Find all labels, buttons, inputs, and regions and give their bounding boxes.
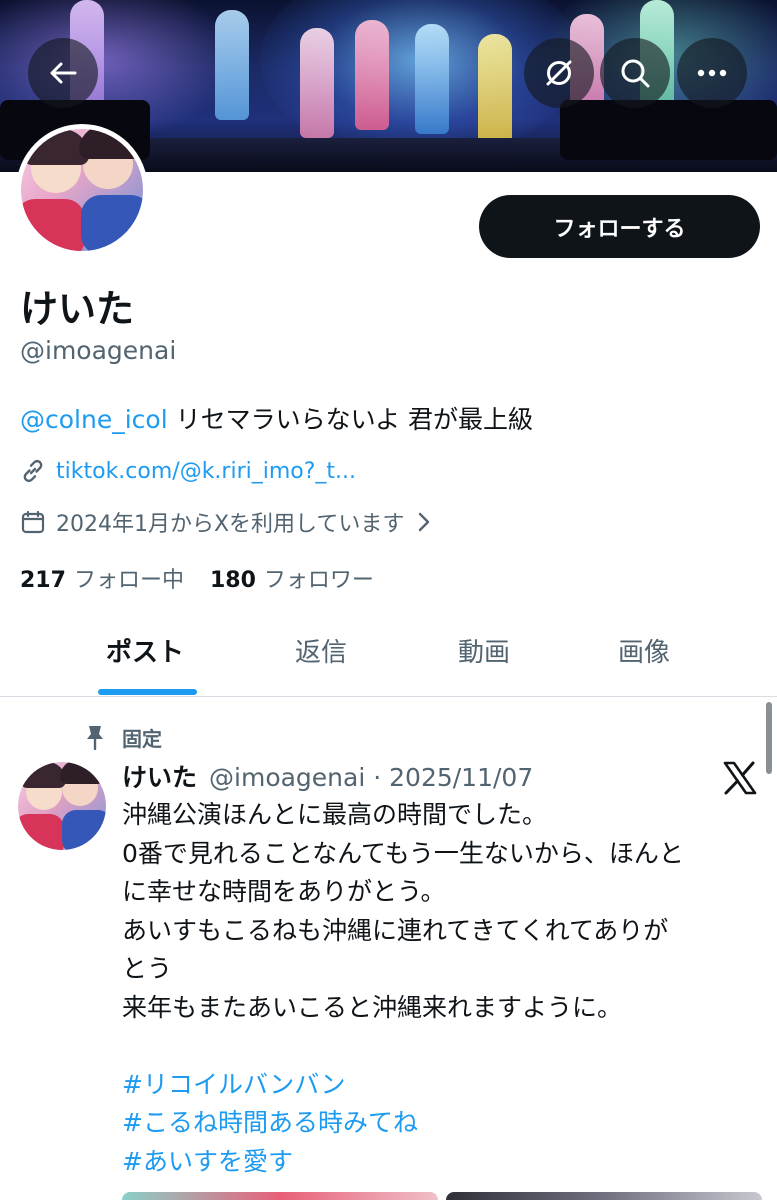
back-arrow-icon [50, 62, 77, 84]
post-line: 沖縄公演ほんとに最高の時間でした。 [122, 800, 548, 829]
banner-performer [300, 28, 334, 138]
banner-performer [215, 10, 249, 120]
pin-icon [87, 726, 103, 750]
search-button[interactable] [600, 38, 670, 108]
x-logo-icon [723, 761, 757, 795]
banner-performer [355, 20, 389, 130]
bio-text: リセマラいらないよ 君が最上級 [167, 405, 534, 434]
post-header: けいた @imoagenai · 2025/11/07 [122, 758, 533, 794]
followers-link[interactable]: 180 フォロワー [210, 562, 374, 594]
pinned-label: 固定 [122, 726, 162, 751]
profile-avatar[interactable] [16, 124, 148, 256]
grok-button[interactable] [524, 38, 594, 108]
hashtag-link[interactable]: #リコイルバンバン [122, 1066, 762, 1105]
following-label: フォロー中 [73, 568, 184, 593]
followers-count: 180 [209, 568, 256, 593]
calendar-icon [21, 510, 45, 534]
scrollbar[interactable] [766, 702, 772, 774]
link-icon [23, 459, 43, 483]
tab-videos[interactable]: 動画 [458, 632, 510, 669]
following-count: 217 [20, 568, 66, 593]
chevron-right-icon [419, 512, 430, 532]
pinned-indicator: 固定 [84, 722, 162, 752]
back-button[interactable] [28, 38, 98, 108]
banner-performer [415, 24, 449, 134]
joined-text: 2024年1月からXを利用しています [56, 512, 405, 537]
tab-posts[interactable]: ポスト [106, 632, 184, 669]
hashtag-link[interactable]: #あいすを愛す [122, 1143, 762, 1182]
more-button[interactable] [677, 38, 747, 108]
more-icon [697, 69, 727, 77]
post-line: あいすもこるねも沖縄に連れてきてくれてありが [122, 915, 669, 945]
tab-images[interactable]: 画像 [618, 632, 670, 669]
active-tab-indicator [98, 689, 197, 695]
follow-button[interactable]: フォローする [479, 195, 760, 258]
bio-mention-link[interactable]: @colne_icol [20, 405, 168, 434]
post-avatar[interactable] [18, 762, 106, 850]
following-link[interactable]: 217 フォロー中 [20, 562, 184, 594]
website-link[interactable]: tiktok.com/@k.riri_imo?_t... [56, 459, 356, 484]
grok-icon [546, 60, 572, 86]
post-media[interactable] [122, 1192, 762, 1200]
post-line: に幸せな時間をありがとう。 [122, 877, 446, 906]
post-line: 0番で見れることなんてもう一生ないから、ほんと [122, 838, 684, 868]
joined-date[interactable]: 2024年1月からXを利用しています [20, 505, 430, 539]
post-line: 来年もまたあいこると沖縄来れますように。 [122, 992, 623, 1022]
profile-name: けいた [20, 287, 135, 331]
follow-stats: 217 フォロー中 180 フォロワー [20, 562, 374, 594]
profile-tabs: ポスト 返信 動画 画像 [0, 612, 777, 697]
post-author-name[interactable]: けいた [122, 758, 197, 794]
hashtag-link[interactable]: #こるね時間ある時みてね [122, 1104, 762, 1143]
profile-handle: @imoagenai [20, 336, 177, 365]
profile-website[interactable]: tiktok.com/@k.riri_imo?_t... [20, 455, 356, 487]
followers-label: フォロワー [263, 568, 374, 593]
banner-performer [478, 34, 512, 144]
post-text[interactable]: 沖縄公演ほんとに最高の時間でした。 0番で見れることなんてもう一生ないから、ほん… [122, 796, 762, 1181]
banner-speaker [560, 100, 777, 160]
profile-bio: @colne_icol リセマラいらないよ 君が最上級 [20, 400, 533, 436]
tab-replies[interactable]: 返信 [295, 632, 347, 669]
media-thumbnail[interactable] [446, 1192, 762, 1200]
post-author-meta: @imoagenai · 2025/11/07 [209, 763, 534, 792]
avatar [21, 129, 143, 251]
media-thumbnail[interactable] [122, 1192, 438, 1200]
post-line: とう [122, 954, 173, 983]
search-icon [621, 59, 650, 88]
